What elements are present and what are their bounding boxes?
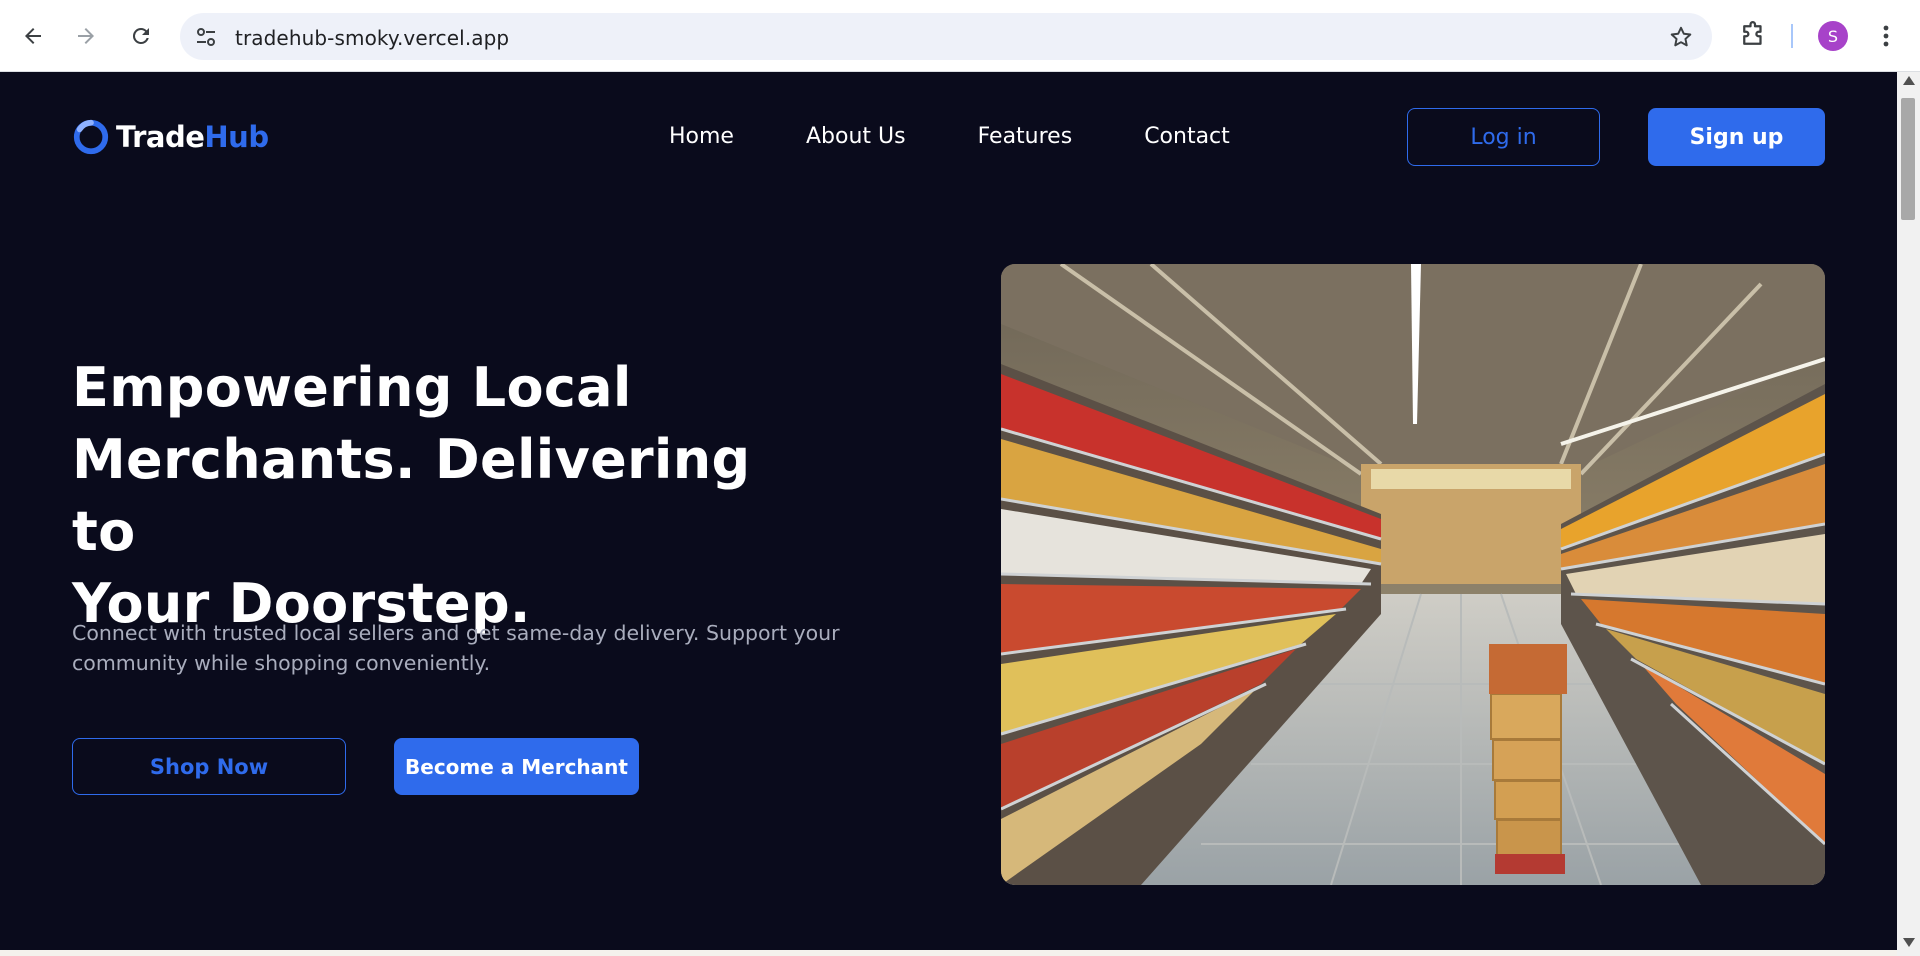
nav-link-features[interactable]: Features [978, 124, 1073, 149]
arrow-left-icon [25, 28, 41, 44]
signup-button[interactable]: Sign up [1648, 108, 1825, 166]
hero-title: Empowering Local Merchants. Delivering t… [72, 352, 832, 640]
main-nav: Home About Us Features Contact [669, 124, 1230, 149]
forward-button[interactable] [68, 18, 104, 54]
next-section-edge [0, 950, 1897, 956]
toolbar-divider [1791, 24, 1793, 48]
reload-button[interactable] [123, 18, 159, 54]
scroll-down-arrow-icon[interactable] [1903, 938, 1915, 947]
login-button[interactable]: Log in [1407, 108, 1600, 166]
browser-toolbar: tradehub-smoky.vercel.app S [0, 0, 1920, 72]
nav-link-home[interactable]: Home [669, 124, 734, 149]
become-merchant-button[interactable]: Become a Merchant [394, 738, 639, 795]
hero-title-line: Merchants. Delivering to [72, 428, 751, 563]
nav-link-contact[interactable]: Contact [1144, 124, 1230, 149]
profile-avatar[interactable]: S [1818, 21, 1848, 51]
hero-subtitle: Connect with trusted local sellers and g… [72, 621, 840, 675]
logo-wordmark: TradeHub [116, 120, 269, 154]
extensions-puzzle-icon[interactable] [1738, 20, 1768, 50]
bookmark-star-icon[interactable] [1668, 24, 1694, 50]
hero-supermarket-image [1001, 264, 1825, 885]
supermarket-aisle-illustration [1001, 264, 1825, 885]
more-menu-icon[interactable] [1876, 20, 1896, 52]
back-button[interactable] [15, 18, 51, 54]
logo-ring-icon [73, 119, 109, 155]
site-logo[interactable]: TradeHub [72, 118, 269, 156]
reload-icon [132, 27, 149, 44]
shop-now-button[interactable]: Shop Now [72, 738, 346, 795]
site-info-icon[interactable] [194, 25, 218, 49]
page-viewport: TradeHub Home About Us Features Contact … [0, 72, 1897, 950]
page-scrollbar[interactable] [1897, 72, 1920, 956]
hero-title-line: Empowering Local [72, 356, 632, 419]
scroll-thumb[interactable] [1901, 98, 1915, 220]
address-bar[interactable]: tradehub-smoky.vercel.app [180, 13, 1712, 60]
arrow-right-icon [78, 28, 94, 44]
scroll-up-arrow-icon[interactable] [1903, 76, 1915, 85]
nav-link-about[interactable]: About Us [806, 124, 906, 149]
url-text[interactable]: tradehub-smoky.vercel.app [235, 26, 509, 50]
